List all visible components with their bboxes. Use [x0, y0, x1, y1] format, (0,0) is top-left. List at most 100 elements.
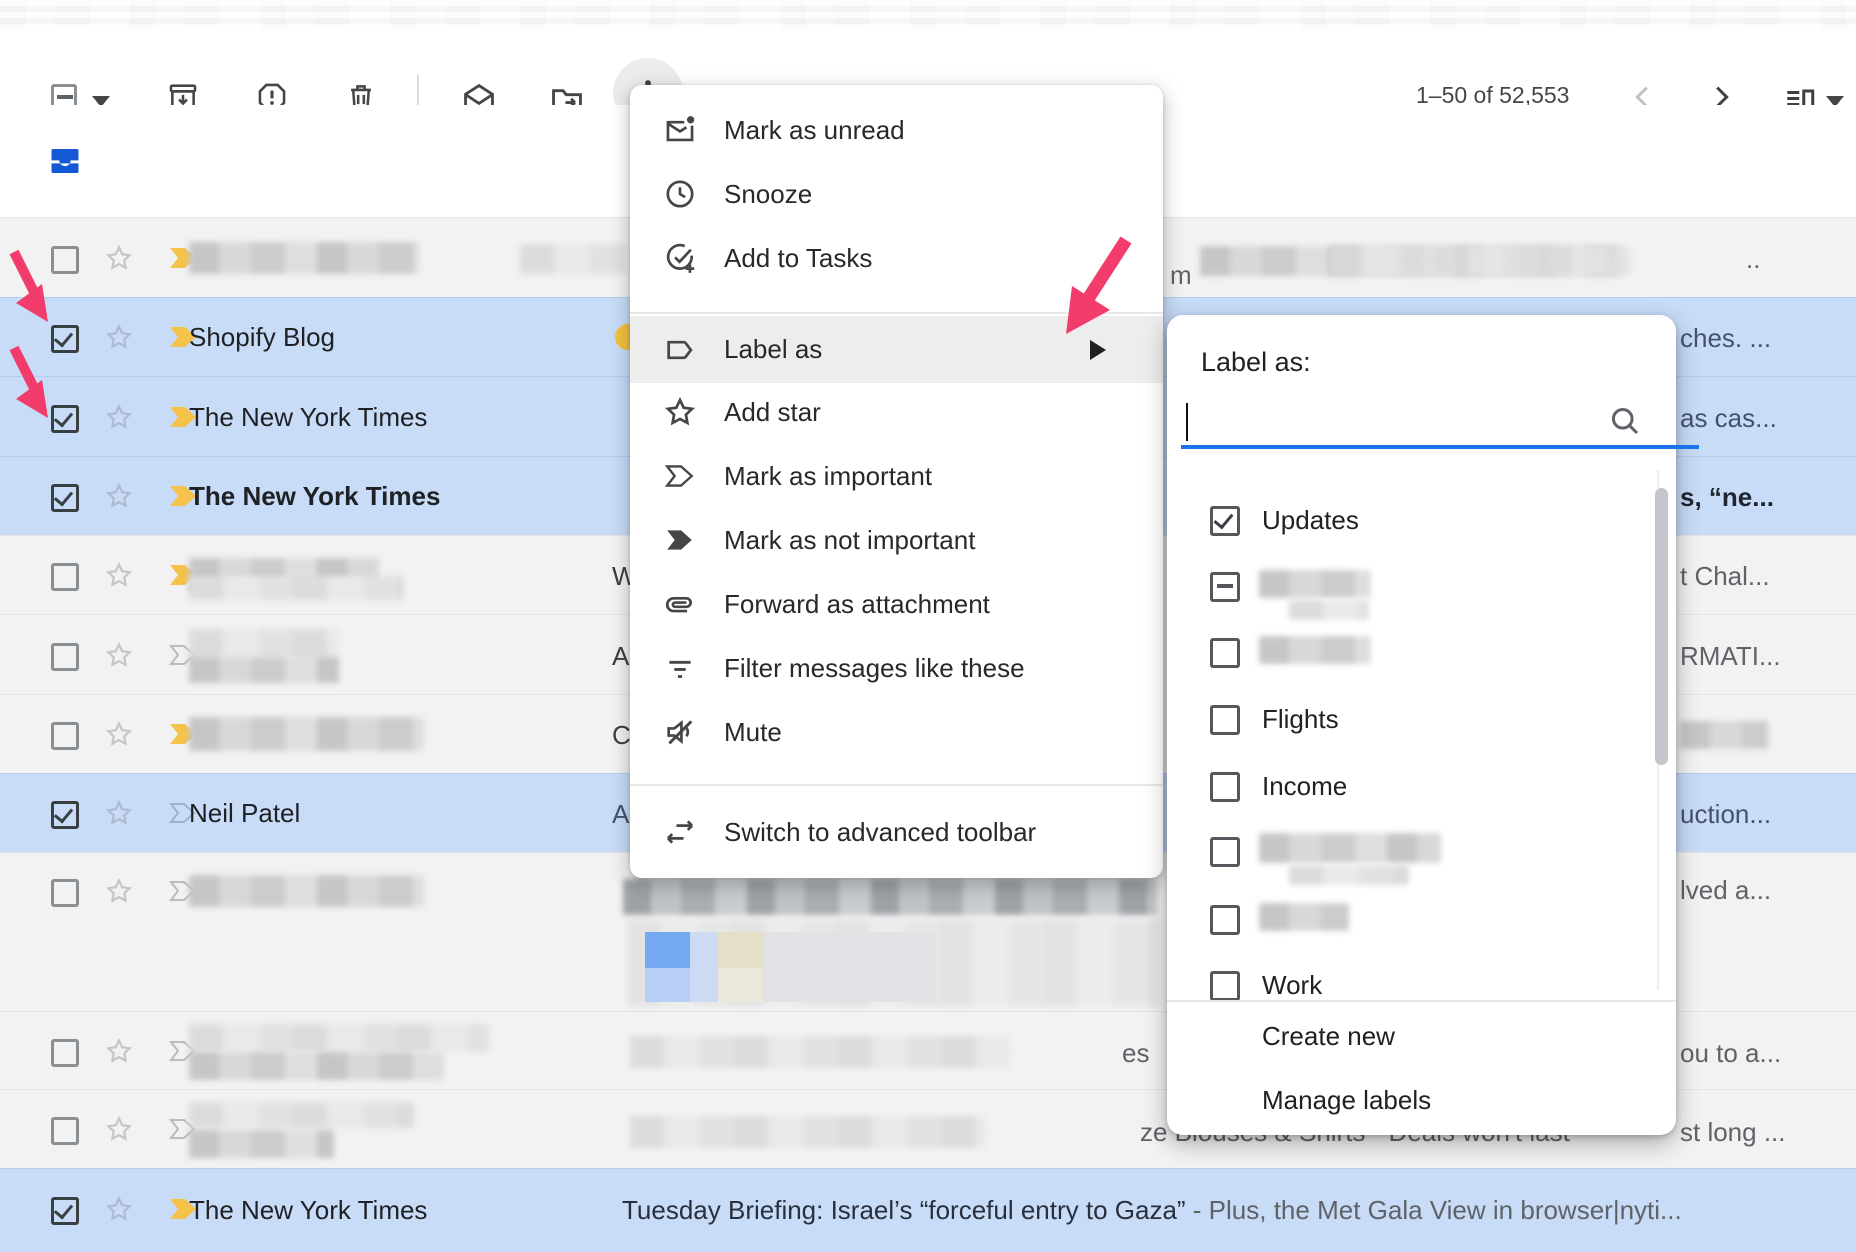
- row-checkbox[interactable]: [51, 1039, 79, 1067]
- redacted-label: [1289, 600, 1369, 620]
- row-checkbox[interactable]: [51, 722, 79, 750]
- star-icon[interactable]: [104, 322, 134, 352]
- row-checkbox-checked[interactable]: [51, 325, 79, 353]
- subject-fragment: A: [612, 641, 629, 672]
- row-checkbox[interactable]: [51, 246, 79, 274]
- search-icon: [1607, 403, 1643, 439]
- thumbnail-block: [718, 932, 763, 968]
- checkbox-indeterminate-icon[interactable]: [1210, 572, 1240, 602]
- popup-divider: [1167, 1000, 1676, 1002]
- label-option-name: Updates: [1262, 505, 1359, 536]
- star-icon[interactable]: [104, 719, 134, 749]
- thumbnail-block: [645, 968, 690, 1002]
- menu-item-add-to-tasks[interactable]: Add to Tasks: [630, 226, 1163, 290]
- label-option-name: Income: [1262, 771, 1347, 802]
- label-option-work[interactable]: Work: [1167, 955, 1637, 1000]
- snippet-fragment: RMATI...: [1680, 641, 1781, 672]
- star-icon[interactable]: [104, 243, 134, 273]
- star-icon[interactable]: [104, 1114, 134, 1144]
- menu-item-mark-as-important[interactable]: Mark as important: [630, 444, 1163, 508]
- row-checkbox[interactable]: [51, 879, 79, 907]
- thumbnail-block: [645, 932, 690, 968]
- subject-fragment: A: [612, 799, 629, 830]
- menu-item-label: Mark as unread: [724, 115, 905, 146]
- redacted-text: [520, 244, 626, 274]
- row-checkbox[interactable]: [51, 1117, 79, 1145]
- label-option-redacted[interactable]: [1167, 821, 1637, 885]
- star-icon[interactable]: [104, 640, 134, 670]
- label-option-redacted[interactable]: [1167, 889, 1637, 953]
- snippet-fragment: st long ...: [1680, 1117, 1786, 1148]
- label-option-redacted[interactable]: [1167, 556, 1637, 620]
- row-checkbox-checked[interactable]: [51, 1197, 79, 1225]
- manage-labels-button[interactable]: Manage labels: [1262, 1085, 1431, 1116]
- star-icon[interactable]: [104, 402, 134, 432]
- redacted-sender: [189, 875, 424, 907]
- checkbox-unchecked-icon[interactable]: [1210, 905, 1240, 935]
- redacted-sender: [189, 717, 424, 751]
- label-icon: [663, 333, 697, 367]
- row-checkbox[interactable]: [51, 643, 79, 671]
- menu-item-label: Filter messages like these: [724, 653, 1025, 684]
- filter-icon: [663, 651, 697, 685]
- popup-scrollbar-thumb[interactable]: [1655, 488, 1668, 765]
- snippet-fragment: lved a...: [1680, 875, 1771, 906]
- redacted-sender: [189, 629, 339, 659]
- redacted-text: [630, 1116, 986, 1148]
- label-as-popup: Label as: Updates Flights Income: [1167, 315, 1676, 1135]
- menu-item-add-star[interactable]: Add star: [630, 380, 1163, 444]
- menu-item-label-as[interactable]: Label as: [630, 316, 1163, 383]
- create-new-label-button[interactable]: Create new: [1262, 1021, 1395, 1052]
- row-checkbox[interactable]: [51, 563, 79, 591]
- checkbox-unchecked-icon[interactable]: [1210, 638, 1240, 668]
- snippet-fragment: uction...: [1680, 799, 1771, 830]
- menu-item-filter-messages[interactable]: Filter messages like these: [630, 636, 1163, 700]
- star-icon[interactable]: [104, 481, 134, 511]
- redacted-label: [1259, 903, 1349, 931]
- menu-item-label: Mark as important: [724, 461, 932, 492]
- decorative-pattern: [0, 0, 1856, 30]
- menu-divider: [630, 312, 1163, 314]
- sender-name: Shopify Blog: [189, 322, 335, 353]
- menu-item-switch-advanced-toolbar[interactable]: Switch to advanced toolbar: [630, 800, 1163, 864]
- star-icon[interactable]: [104, 1036, 134, 1066]
- text-caret: [1186, 403, 1188, 441]
- mute-icon: [663, 715, 697, 749]
- star-icon[interactable]: [104, 560, 134, 590]
- star-icon[interactable]: [104, 798, 134, 828]
- star-icon[interactable]: [104, 1194, 134, 1224]
- redacted-label: [1259, 570, 1371, 598]
- row-checkbox-checked[interactable]: [51, 484, 79, 512]
- menu-item-label: Add to Tasks: [724, 243, 872, 274]
- checkbox-unchecked-icon[interactable]: [1210, 772, 1240, 802]
- checkbox-unchecked-icon[interactable]: [1210, 837, 1240, 867]
- menu-item-mute[interactable]: Mute: [630, 700, 1163, 764]
- thumbnail-block: [718, 968, 763, 1002]
- menu-item-mark-as-not-important[interactable]: Mark as not important: [630, 508, 1163, 572]
- menu-item-forward-as-attachment[interactable]: Forward as attachment: [630, 572, 1163, 636]
- row-checkbox-checked[interactable]: [51, 801, 79, 829]
- checkbox-checked-icon[interactable]: [1210, 506, 1240, 536]
- redacted-sender: [189, 576, 404, 600]
- menu-item-label: Mute: [724, 717, 782, 748]
- snippet-fragment: t Chal...: [1680, 561, 1770, 592]
- star-icon[interactable]: [104, 876, 134, 906]
- label-option-income[interactable]: Income: [1167, 756, 1637, 820]
- redacted-sender: [189, 657, 339, 683]
- label-option-redacted[interactable]: [1167, 622, 1637, 686]
- checkbox-unchecked-icon[interactable]: [1210, 971, 1240, 1000]
- checkbox-unchecked-icon[interactable]: [1210, 705, 1240, 735]
- redacted-text: [1680, 721, 1768, 749]
- snippet-fragment: m: [1170, 260, 1192, 291]
- label-option-flights[interactable]: Flights: [1167, 689, 1637, 753]
- snooze-icon: [663, 177, 697, 211]
- row-checkbox-checked[interactable]: [51, 405, 79, 433]
- menu-item-mark-as-unread[interactable]: Mark as unread: [630, 98, 1163, 162]
- redacted-label: [1259, 636, 1371, 664]
- redacted-label: [1289, 865, 1409, 885]
- email-row-selected[interactable]: The New York Times Tuesday Briefing: Isr…: [0, 1168, 1856, 1252]
- menu-divider: [630, 784, 1163, 786]
- menu-item-snooze[interactable]: Snooze: [630, 162, 1163, 226]
- submenu-arrow-icon: [1090, 340, 1106, 360]
- label-option-updates[interactable]: Updates: [1167, 490, 1637, 554]
